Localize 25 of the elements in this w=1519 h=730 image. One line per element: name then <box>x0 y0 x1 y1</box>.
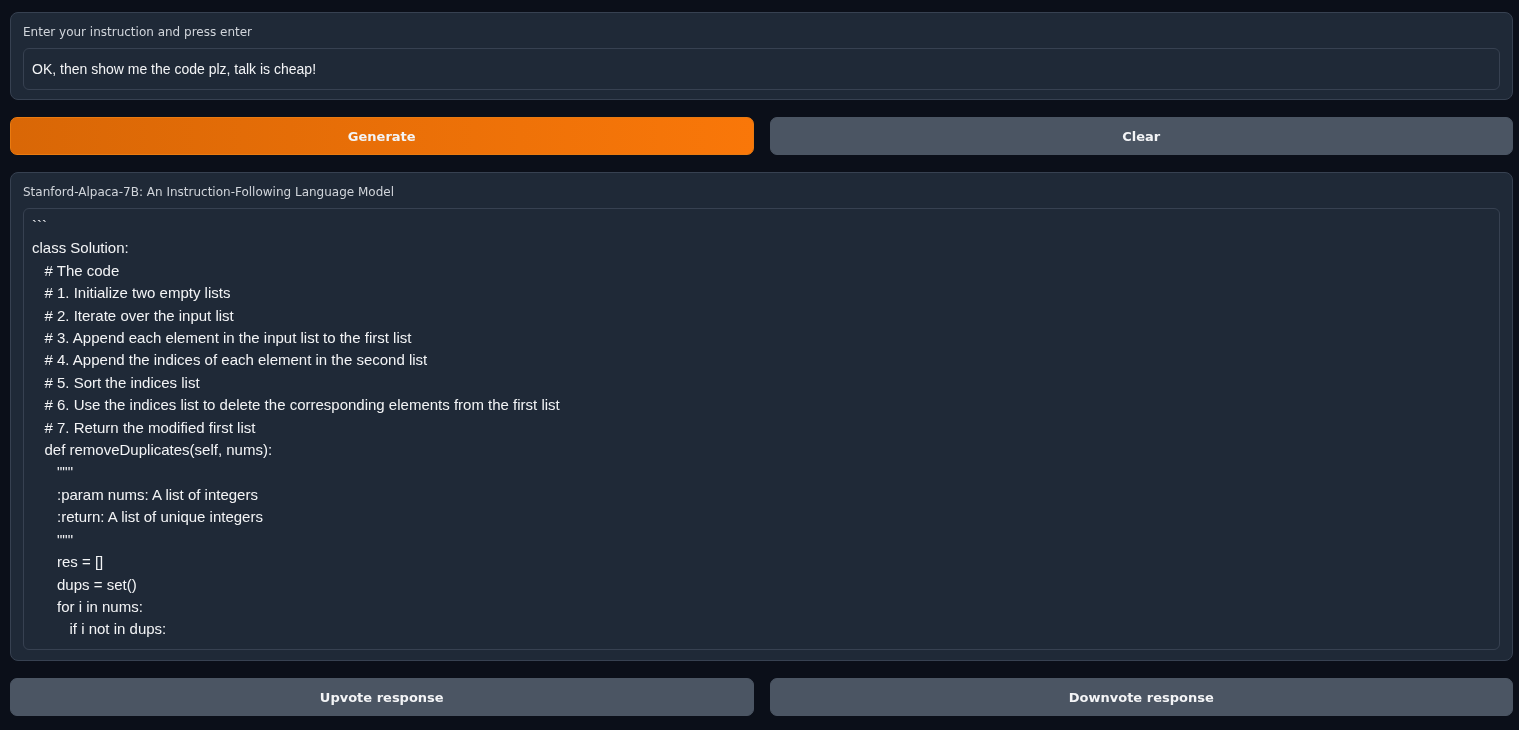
code-line: """ <box>56 529 74 550</box>
code-line: # 7. Return the modified first list <box>43 417 257 438</box>
feedback-button[interactable]: Upvote response <box>10 678 754 716</box>
output-label: Stanford-Alpaca-7B: An Instruction-Following Language Model <box>23 185 395 199</box>
code-line: :return: A list of unique integers <box>56 507 264 528</box>
code-line: class Solution: <box>32 238 130 259</box>
feedback-button[interactable]: Downvote response <box>769 678 1513 716</box>
code-line: # 6. Use the indices list to delete the corresponding elements from the first list <box>43 395 561 416</box>
code-line: :param nums: A list of integers <box>56 484 259 505</box>
code-line: def removeDuplicates(self, nums): <box>43 440 274 461</box>
code-line: res = [] <box>56 552 105 573</box>
code-line: if i not in dups: <box>68 619 168 640</box>
action-button[interactable]: Clear <box>769 117 1513 155</box>
instruction-label: Enter your instruction and press enter <box>23 25 253 39</box>
code-line: # 1. Initialize two empty lists <box>43 283 232 304</box>
instruction-input-field[interactable]: OK, then show me the code plz, talk is cheap! <box>23 48 1500 90</box>
code-line: # 2. Iterate over the input list <box>43 305 235 326</box>
code-line: # 4. Append the indices of each element in the second list <box>43 350 429 371</box>
code-line: # 3. Append each element in the input list to the first list <box>43 328 413 349</box>
code-line: # 5. Sort the indices list <box>43 372 201 393</box>
code-line: for i in nums: <box>56 596 144 617</box>
code-line: dups = set() <box>56 574 138 595</box>
code-line: # The code <box>43 260 121 281</box>
code-line: """ <box>56 462 74 483</box>
code-line: ``` <box>32 216 48 236</box>
